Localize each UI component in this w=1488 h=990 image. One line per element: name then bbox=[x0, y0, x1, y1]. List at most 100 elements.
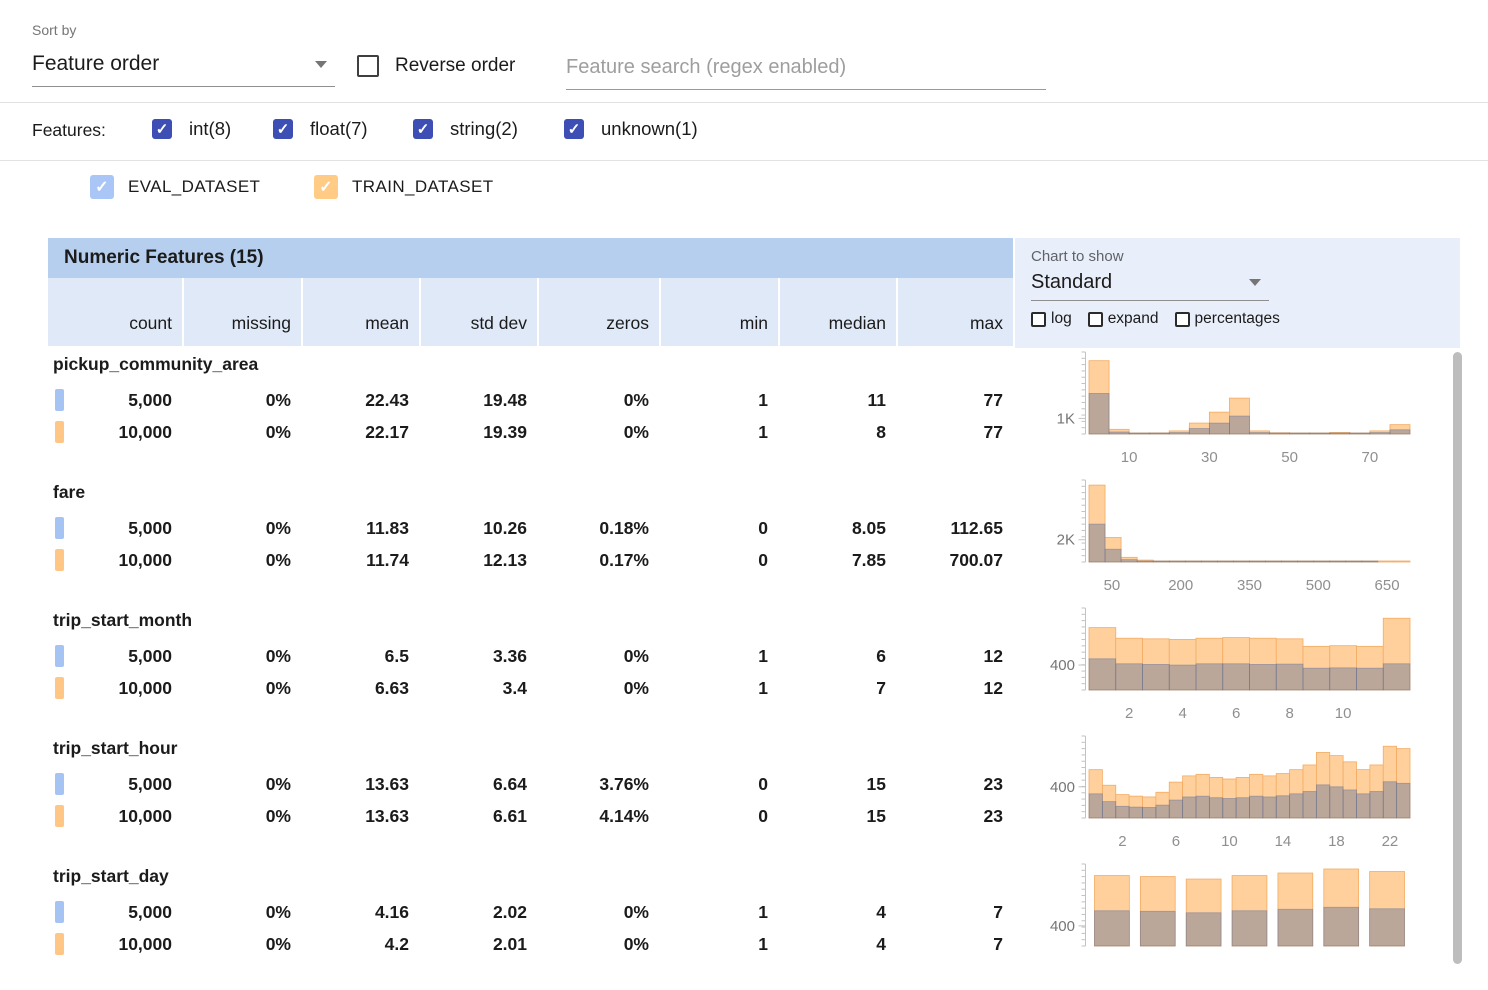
column-header: count bbox=[48, 278, 182, 346]
sort-by-dropdown[interactable]: Feature order bbox=[32, 52, 335, 87]
stat-value: 1 bbox=[659, 422, 778, 443]
stats-row: 5,0000%6.53.360%1612 bbox=[48, 640, 1013, 672]
dataset-legend-item[interactable]: ✓TRAIN_DATASET bbox=[314, 175, 494, 199]
stat-value: 10,000 bbox=[48, 422, 182, 443]
svg-text:400: 400 bbox=[1050, 918, 1075, 935]
stat-value: 10,000 bbox=[48, 806, 182, 827]
stats-row: 10,0000%11.7412.130.17%07.85700.07 bbox=[48, 544, 1013, 576]
column-header: zeros bbox=[537, 278, 659, 346]
stat-value: 10,000 bbox=[48, 550, 182, 571]
column-header: std dev bbox=[419, 278, 537, 346]
feature-search-input[interactable] bbox=[566, 50, 1046, 90]
checkbox-checked-icon[interactable]: ✓ bbox=[413, 119, 433, 139]
chart-toggle-expand[interactable]: expand bbox=[1088, 310, 1159, 328]
svg-text:200: 200 bbox=[1168, 577, 1193, 594]
chart-toggle-label: percentages bbox=[1195, 310, 1280, 328]
stat-value: 19.39 bbox=[419, 422, 537, 443]
feature-type-filter[interactable]: ✓int(8) bbox=[152, 118, 231, 140]
stat-value: 6.63 bbox=[301, 678, 419, 699]
stat-value: 0% bbox=[537, 422, 659, 443]
sort-by-label: Sort by bbox=[32, 22, 76, 38]
checkbox-checked-icon[interactable]: ✓ bbox=[90, 175, 114, 199]
stat-value: 23 bbox=[896, 806, 1013, 827]
checkbox-unchecked-icon[interactable] bbox=[1175, 312, 1190, 327]
chart-toggle-log[interactable]: log bbox=[1031, 310, 1072, 328]
dataset-legend-item[interactable]: ✓EVAL_DATASET bbox=[90, 175, 260, 199]
dataset-marker bbox=[55, 773, 64, 795]
feature-name: pickup_community_area bbox=[53, 354, 258, 375]
stat-value: 77 bbox=[896, 422, 1013, 443]
feature-type-filter[interactable]: ✓float(7) bbox=[273, 118, 368, 140]
stat-value: 10,000 bbox=[48, 934, 182, 955]
stat-value: 700.07 bbox=[896, 550, 1013, 571]
stat-value: 5,000 bbox=[48, 646, 182, 667]
stat-value: 11.83 bbox=[301, 518, 419, 539]
stat-value: 4.16 bbox=[301, 902, 419, 923]
stat-value: 7 bbox=[778, 678, 896, 699]
stat-value: 0% bbox=[182, 518, 301, 539]
checkbox-checked-icon[interactable]: ✓ bbox=[314, 175, 338, 199]
feature-block: fare5,0000%11.8310.260.18%08.05112.6510,… bbox=[48, 478, 1460, 606]
checkbox-checked-icon[interactable]: ✓ bbox=[152, 119, 172, 139]
checkbox-checked-icon[interactable]: ✓ bbox=[564, 119, 584, 139]
chart-type-dropdown[interactable]: Standard bbox=[1031, 267, 1269, 301]
svg-text:10: 10 bbox=[1221, 833, 1238, 850]
stat-value: 6.61 bbox=[419, 806, 537, 827]
stat-value: 0% bbox=[537, 390, 659, 411]
stat-value: 10,000 bbox=[48, 678, 182, 699]
stat-value: 112.65 bbox=[896, 518, 1013, 539]
chart-toggle-percentages[interactable]: percentages bbox=[1175, 310, 1280, 328]
svg-text:22: 22 bbox=[1382, 833, 1399, 850]
svg-text:10: 10 bbox=[1121, 449, 1138, 466]
svg-text:400: 400 bbox=[1050, 657, 1075, 674]
stat-value: 11 bbox=[778, 390, 896, 411]
stat-value: 0.17% bbox=[537, 550, 659, 571]
feature-type-filter[interactable]: ✓ string(2) bbox=[413, 118, 518, 140]
numeric-features-table: Numeric Features (15) Chart to show Stan… bbox=[48, 238, 1460, 968]
stat-value: 0% bbox=[182, 678, 301, 699]
feature-block: trip_start_hour5,0000%13.636.643.76%0152… bbox=[48, 734, 1460, 862]
histogram-trip_start_month: 400246810 bbox=[1033, 606, 1460, 734]
checkbox-unchecked-icon[interactable] bbox=[1031, 312, 1046, 327]
feature-type-label: string(2) bbox=[450, 118, 518, 140]
stats-row: 10,0000%4.22.010%147 bbox=[48, 928, 1013, 960]
reverse-order-label: Reverse order bbox=[395, 55, 515, 77]
checkbox-unchecked-icon[interactable] bbox=[1088, 312, 1103, 327]
stat-value: 12 bbox=[896, 678, 1013, 699]
vertical-scrollbar[interactable] bbox=[1453, 352, 1462, 964]
dataset-marker bbox=[55, 645, 64, 667]
stat-value: 0% bbox=[537, 678, 659, 699]
reverse-order-checkbox[interactable] bbox=[357, 55, 379, 77]
svg-text:2: 2 bbox=[1125, 705, 1133, 722]
reverse-order-control: Reverse order bbox=[357, 55, 515, 77]
stat-value: 5,000 bbox=[48, 390, 182, 411]
checkbox-checked-icon[interactable]: ✓ bbox=[273, 119, 293, 139]
dataset-marker bbox=[55, 901, 64, 923]
dataset-legend: ✓EVAL_DATASET ✓TRAIN_DATASET bbox=[0, 161, 1488, 221]
stat-value: 2.01 bbox=[419, 934, 537, 955]
stat-value: 0 bbox=[659, 550, 778, 571]
svg-text:350: 350 bbox=[1237, 577, 1262, 594]
column-header: min bbox=[659, 278, 778, 346]
svg-text:8: 8 bbox=[1285, 705, 1293, 722]
table-title: Numeric Features (15) bbox=[48, 238, 1013, 278]
stat-value: 0 bbox=[659, 806, 778, 827]
stat-value: 77 bbox=[896, 390, 1013, 411]
stat-value: 0 bbox=[659, 774, 778, 795]
chevron-down-icon bbox=[315, 61, 327, 68]
stat-value: 0% bbox=[182, 806, 301, 827]
stat-value: 4 bbox=[778, 902, 896, 923]
feature-type-filter[interactable]: ✓unknown(1) bbox=[564, 118, 698, 140]
stat-value: 15 bbox=[778, 774, 896, 795]
svg-text:500: 500 bbox=[1306, 577, 1331, 594]
stat-value: 10.26 bbox=[419, 518, 537, 539]
stat-value: 0.18% bbox=[537, 518, 659, 539]
sort-by-value: Feature order bbox=[32, 52, 159, 76]
feature-block: trip_start_day5,0000%4.162.020%14710,000… bbox=[48, 862, 1460, 990]
chevron-down-icon bbox=[1249, 279, 1261, 286]
chart-panel: Chart to show Standard logexpandpercenta… bbox=[1015, 238, 1460, 348]
dataset-marker bbox=[55, 805, 64, 827]
stat-value: 5,000 bbox=[48, 518, 182, 539]
histogram-pickup_community_area: 1K10305070 bbox=[1033, 350, 1460, 478]
feature-name: trip_start_month bbox=[53, 610, 192, 631]
